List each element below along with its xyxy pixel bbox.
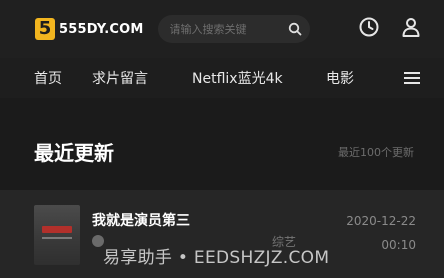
thumbnail-line [42, 237, 72, 239]
thumbnail-logo [42, 226, 72, 233]
video-thumbnail[interactable] [34, 205, 80, 265]
search-icon[interactable] [288, 22, 302, 36]
section-title: 最近更新 [34, 141, 114, 165]
nav-item-requests[interactable]: 求片留言 [92, 68, 148, 88]
logo-text: 555DY.COM [59, 21, 144, 37]
section-more-link[interactable]: 最近100个更新 [338, 144, 414, 160]
watermark: 易享助手 • EEDSHZJZ.COM [103, 248, 330, 268]
menu-icon[interactable] [404, 70, 420, 89]
logo-badge: 5 [35, 18, 55, 40]
item-date: 2020-12-22 [346, 214, 416, 228]
nav-item-netflix[interactable]: Netflix蓝光4k [192, 68, 283, 88]
user-icon[interactable] [400, 16, 422, 38]
category-nav: 首页 求片留言 Netflix蓝光4k 电影 [0, 58, 444, 98]
search-box [157, 15, 310, 43]
nav-item-movies[interactable]: 电影 [326, 68, 354, 88]
app-header: 5 555DY.COM [0, 0, 444, 58]
nav-item-home[interactable]: 首页 [34, 68, 62, 88]
item-title[interactable]: 我就是演员第三 [92, 210, 190, 230]
search-input[interactable] [169, 22, 280, 36]
header-actions [358, 16, 422, 38]
item-duration: 00:10 [381, 238, 416, 252]
site-logo[interactable]: 5 555DY.COM [35, 18, 144, 40]
history-icon[interactable] [358, 16, 380, 38]
